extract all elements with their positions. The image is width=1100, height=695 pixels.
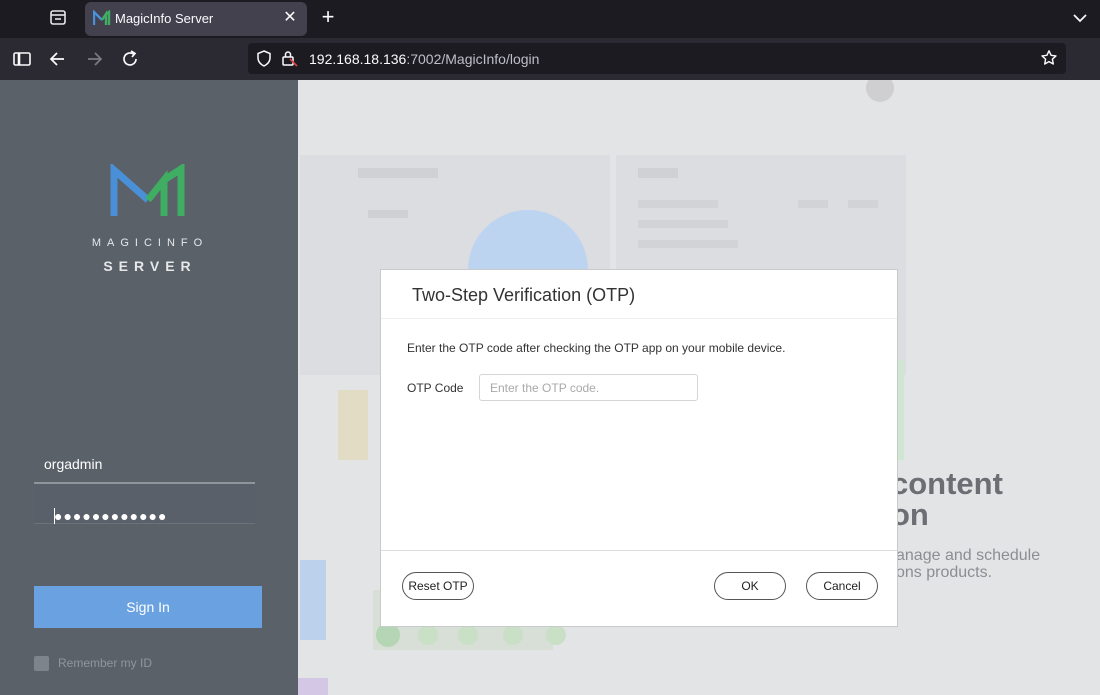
password-value: ●●●●●●●●●●●● — [54, 508, 168, 524]
shield-icon[interactable] — [256, 50, 272, 67]
new-tab-button[interactable]: + — [318, 6, 338, 29]
ok-button[interactable]: OK — [714, 572, 786, 600]
browser-nav-bar: 192.168.18.136:7002/MagicInfo/login — [0, 38, 1100, 80]
reset-otp-button[interactable]: Reset OTP — [402, 572, 474, 600]
url-host: 192.168.18.136 — [309, 51, 407, 67]
remember-checkbox[interactable] — [34, 656, 49, 671]
divider — [381, 318, 897, 319]
page-content: content on anage and schedule ons produc… — [0, 80, 1100, 695]
cancel-button[interactable]: Cancel — [806, 572, 878, 600]
url-text[interactable]: 192.168.18.136:7002/MagicInfo/login — [309, 51, 539, 67]
otp-code-label: OTP Code — [407, 381, 464, 395]
divider — [381, 550, 897, 551]
username-value: orgadmin — [44, 456, 103, 472]
sidebar-toggle-icon[interactable] — [11, 48, 33, 70]
bookmark-star-icon[interactable] — [1040, 49, 1058, 67]
tab-title: MagicInfo Server — [115, 11, 214, 26]
forward-arrow-icon[interactable] — [83, 48, 105, 70]
url-path: :7002/MagicInfo/login — [406, 51, 540, 67]
remember-label: Remember my ID — [58, 656, 153, 670]
url-bar[interactable]: 192.168.18.136:7002/MagicInfo/login — [248, 43, 1066, 74]
text-caret — [54, 508, 55, 524]
sign-in-button[interactable]: Sign In — [34, 586, 262, 628]
background-subtext-1: anage and schedule — [896, 547, 1041, 564]
magicinfo-logo-icon — [109, 162, 187, 218]
logo-text-magicinfo: MAGICINFO — [91, 237, 209, 249]
browser-tab-active[interactable]: MagicInfo Server ✕ — [85, 2, 307, 36]
tab-list-icon[interactable] — [46, 7, 70, 29]
lock-warning-icon[interactable] — [281, 50, 299, 67]
tab-close-icon[interactable]: ✕ — [281, 8, 299, 28]
dialog-title: Two-Step Verification (OTP) — [412, 285, 636, 305]
otp-code-input[interactable] — [479, 374, 698, 401]
reload-icon[interactable] — [119, 48, 141, 70]
back-arrow-icon[interactable] — [47, 48, 69, 70]
login-sidebar: MAGICINFO SERVER orgadmin ●●●●●●●●●●●● S… — [0, 80, 298, 695]
username-field[interactable]: orgadmin — [34, 448, 255, 484]
chevron-down-icon[interactable] — [1072, 8, 1088, 28]
browser-tab-bar: MagicInfo Server ✕ + — [0, 0, 1100, 38]
password-field[interactable]: ●●●●●●●●●●●● — [34, 484, 255, 524]
otp-dialog: Two-Step Verification (OTP) Enter the OT… — [380, 269, 898, 627]
logo-text-server: SERVER — [103, 258, 197, 274]
magicinfo-favicon-icon — [92, 9, 111, 26]
background-subtext-2: ons products. — [896, 564, 993, 581]
dialog-description: Enter the OTP code after checking the OT… — [407, 341, 786, 355]
